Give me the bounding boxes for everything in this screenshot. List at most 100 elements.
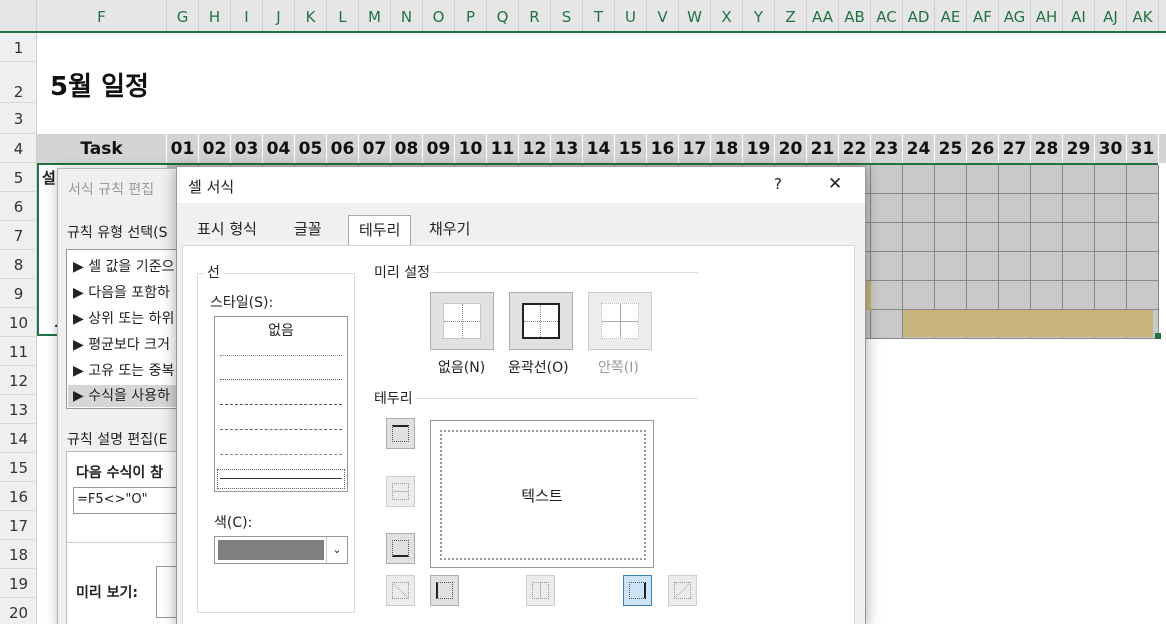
border-top-button[interactable] <box>386 418 415 449</box>
column-header-o[interactable]: O <box>423 0 455 31</box>
gantt-cell[interactable] <box>1127 165 1159 194</box>
close-button[interactable]: ✕ <box>828 174 842 194</box>
column-header-ad[interactable]: AD <box>903 0 935 31</box>
preset-none-button[interactable] <box>430 292 494 350</box>
tab-font[interactable]: 글꼴 <box>284 215 332 245</box>
day-header[interactable]: 28 <box>1031 134 1063 163</box>
day-header[interactable]: 09 <box>423 134 455 163</box>
fill-handle[interactable] <box>1155 333 1161 339</box>
column-header-ah[interactable]: AH <box>1031 0 1063 31</box>
line-style-list[interactable]: 없음 <box>214 316 348 492</box>
gantt-cell[interactable] <box>871 223 903 252</box>
gantt-cell[interactable] <box>871 165 903 194</box>
column-header-ak[interactable]: AK <box>1127 0 1159 31</box>
border-left-button[interactable] <box>430 575 459 606</box>
row-header-7[interactable]: 7 <box>0 221 37 250</box>
day-header[interactable]: 13 <box>551 134 583 163</box>
column-header-z[interactable]: Z <box>775 0 807 31</box>
row-header-13[interactable]: 13 <box>0 395 37 424</box>
border-preview[interactable]: 텍스트 <box>430 420 654 568</box>
day-header[interactable]: 12 <box>519 134 551 163</box>
gantt-cell[interactable] <box>967 194 999 223</box>
style-dotted-option[interactable] <box>220 379 342 380</box>
column-header-af[interactable]: AF <box>967 0 999 31</box>
day-header[interactable]: 27 <box>999 134 1031 163</box>
rule-type-item[interactable]: ▶ 셀 값을 기준으 <box>73 256 174 276</box>
select-all-corner[interactable] <box>0 0 37 31</box>
gantt-cell[interactable] <box>1127 281 1159 310</box>
gantt-cell[interactable] <box>1127 194 1159 223</box>
rule-type-item[interactable]: ▶ 고유 또는 중복 <box>73 360 174 380</box>
column-header-r[interactable]: R <box>519 0 551 31</box>
day-header[interactable]: 18 <box>711 134 743 163</box>
border-diagonal-up-button[interactable] <box>386 575 415 606</box>
gantt-cell[interactable] <box>1063 281 1095 310</box>
style-dashdotdot-option[interactable] <box>220 404 342 405</box>
day-header[interactable]: 20 <box>775 134 807 163</box>
column-header-n[interactable]: N <box>391 0 423 31</box>
gantt-cell[interactable] <box>935 194 967 223</box>
gantt-cell[interactable] <box>967 223 999 252</box>
gantt-cell[interactable] <box>1031 223 1063 252</box>
gantt-cell[interactable] <box>935 281 967 310</box>
row-header-8[interactable]: 8 <box>0 250 37 279</box>
row-header-18[interactable]: 18 <box>0 540 37 569</box>
day-header[interactable]: 05 <box>295 134 327 163</box>
gantt-cell[interactable] <box>1095 194 1127 223</box>
gantt-cell[interactable] <box>903 165 935 194</box>
preset-inside-button[interactable] <box>588 292 652 350</box>
row-header-20[interactable]: 20 <box>0 598 37 624</box>
style-dashdot-option[interactable] <box>220 429 342 430</box>
column-header-f[interactable]: F <box>37 0 167 31</box>
column-header-g[interactable]: G <box>167 0 199 31</box>
row-header-12[interactable]: 12 <box>0 366 37 395</box>
rule-type-item[interactable]: ▶ 상위 또는 하위 <box>73 308 174 328</box>
day-header[interactable]: 25 <box>935 134 967 163</box>
day-header[interactable]: 14 <box>583 134 615 163</box>
column-header-x[interactable]: X <box>711 0 743 31</box>
gantt-cell[interactable] <box>999 252 1031 281</box>
gantt-cell[interactable] <box>999 223 1031 252</box>
tab-border[interactable]: 테두리 <box>348 215 412 245</box>
border-inside-vertical-button[interactable] <box>526 575 555 606</box>
gantt-cell[interactable] <box>1063 165 1095 194</box>
row-header-16[interactable]: 16 <box>0 482 37 511</box>
gantt-cell[interactable] <box>967 281 999 310</box>
day-header[interactable]: 11 <box>487 134 519 163</box>
help-button[interactable]: ? <box>774 175 782 193</box>
day-header[interactable]: 26 <box>967 134 999 163</box>
column-header-q[interactable]: Q <box>487 0 519 31</box>
row-header-6[interactable]: 6 <box>0 192 37 221</box>
column-header-u[interactable]: U <box>615 0 647 31</box>
row-header-9[interactable]: 9 <box>0 279 37 308</box>
row-header-14[interactable]: 14 <box>0 424 37 453</box>
row-header-17[interactable]: 17 <box>0 511 37 540</box>
row-header-15[interactable]: 15 <box>0 453 37 482</box>
column-header-ab[interactable]: AB <box>839 0 871 31</box>
row-header-3[interactable]: 3 <box>0 103 37 134</box>
gantt-cell[interactable] <box>935 223 967 252</box>
column-header-l[interactable]: L <box>327 0 359 31</box>
tab-number-format[interactable]: 표시 형식 <box>187 215 267 245</box>
column-header-ai[interactable]: AI <box>1063 0 1095 31</box>
column-header-t[interactable]: T <box>583 0 615 31</box>
gantt-cell[interactable] <box>1095 165 1127 194</box>
day-header[interactable]: 31 <box>1127 134 1159 163</box>
gantt-cell[interactable] <box>1063 252 1095 281</box>
day-header[interactable]: 16 <box>647 134 679 163</box>
gantt-cell[interactable] <box>871 252 903 281</box>
gantt-cell[interactable] <box>871 310 903 339</box>
column-header-i[interactable]: I <box>231 0 263 31</box>
day-header[interactable]: 24 <box>903 134 935 163</box>
border-right-button[interactable] <box>623 575 652 606</box>
gantt-cell[interactable] <box>999 281 1031 310</box>
day-header[interactable]: 22 <box>839 134 871 163</box>
preset-outline-button[interactable] <box>509 292 573 350</box>
row-header-2[interactable]: 2 <box>0 62 37 103</box>
day-header[interactable]: 08 <box>391 134 423 163</box>
gantt-cell[interactable] <box>967 252 999 281</box>
task-header[interactable]: Task <box>37 134 167 163</box>
column-header-aa[interactable]: AA <box>807 0 839 31</box>
column-header-k[interactable]: K <box>295 0 327 31</box>
column-header-m[interactable]: M <box>359 0 391 31</box>
